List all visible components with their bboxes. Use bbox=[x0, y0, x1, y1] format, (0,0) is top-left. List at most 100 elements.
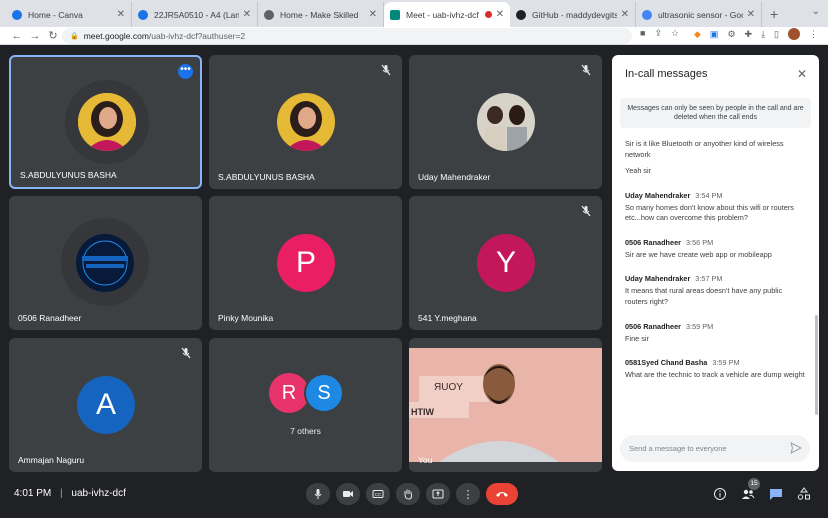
meeting-info: 4:01 PM | uab-ivhz-dcf bbox=[14, 488, 126, 499]
tab-canva[interactable]: Home - Canva ✕ bbox=[6, 2, 132, 27]
tab-label: Home - Make Skilled bbox=[280, 9, 359, 20]
raise-hand-button[interactable] bbox=[396, 483, 420, 505]
tab-meet[interactable]: Meet - uab-ivhz-dcf ✕ bbox=[384, 2, 510, 27]
present-button[interactable] bbox=[426, 483, 450, 505]
svg-text:ЯUOY: ЯUOY bbox=[434, 382, 463, 393]
new-tab-icon[interactable]: + bbox=[770, 2, 778, 27]
participant-tile[interactable]: Y 541 Y.meghana bbox=[409, 196, 602, 330]
message-group: 0581Syed Chand Basha 3:59 PM What are the… bbox=[625, 358, 805, 381]
recording-indicator-icon bbox=[484, 11, 492, 18]
message-group: Uday Mahendraker 3:54 PM So many homes do… bbox=[625, 191, 805, 224]
message-text: Sir are we have create web app or mobile… bbox=[625, 249, 772, 259]
share-icon[interactable]: ⇪ bbox=[654, 28, 662, 39]
metamask-extension-icon[interactable]: ◆ bbox=[694, 29, 701, 40]
tab-label: GitHub - maddydevgits/fut bbox=[532, 9, 617, 20]
send-icon[interactable] bbox=[790, 442, 802, 454]
participant-tile[interactable]: Uday Mahendraker bbox=[409, 55, 602, 189]
close-icon[interactable]: ✕ bbox=[797, 67, 807, 81]
message-time: 3:56 PM bbox=[685, 237, 714, 247]
meeting-details-button[interactable] bbox=[712, 486, 728, 502]
extension-icon[interactable]: ⚙ bbox=[727, 29, 735, 40]
computer-science-logo-icon bbox=[76, 234, 134, 292]
tab-google-search[interactable]: ultrasonic sensor - Google ✕ bbox=[636, 2, 762, 27]
message-input[interactable]: Send a message to everyone bbox=[620, 435, 810, 462]
message-scrollbar[interactable] bbox=[815, 315, 818, 415]
chat-button[interactable] bbox=[768, 486, 784, 502]
close-tab-icon[interactable]: ✕ bbox=[747, 9, 755, 20]
puzzle-extensions-icon[interactable]: ✚ bbox=[745, 29, 753, 40]
participant-avatar bbox=[76, 234, 134, 292]
browser-tab-strip: Home - Canva ✕ 22JR5A0510 - A4 (Landsc ✕… bbox=[0, 0, 828, 27]
profile-avatar[interactable] bbox=[788, 28, 800, 40]
participant-tile[interactable]: P Pinky Mounika bbox=[209, 196, 402, 330]
side-panel-icon[interactable]: ▯ bbox=[774, 29, 779, 40]
tab-label: 22JR5A0510 - A4 (Landsc bbox=[154, 9, 239, 20]
mic-off-icon bbox=[581, 205, 591, 217]
tab-label: Meet - uab-ivhz-dcf bbox=[406, 9, 479, 20]
tab-landscape-doc[interactable]: 22JR5A0510 - A4 (Landsc ✕ bbox=[132, 2, 258, 27]
close-tab-icon[interactable]: ✕ bbox=[496, 9, 504, 20]
reload-icon[interactable]: ↻ bbox=[44, 29, 62, 42]
others-count: 7 others bbox=[290, 426, 321, 436]
message-text: Sir is it like Bluetooth or anyother kin… bbox=[625, 139, 784, 159]
bookmark-star-icon[interactable]: ☆ bbox=[671, 28, 679, 39]
participant-avatar bbox=[78, 93, 136, 151]
message-sender: Uday Mahendraker 3:57 PM bbox=[625, 274, 805, 283]
end-call-button[interactable] bbox=[486, 483, 518, 505]
participant-tile[interactable]: ••• S.ABDULYUNUS BASHA bbox=[9, 55, 202, 189]
camera-in-use-icon[interactable]: ■ bbox=[640, 28, 645, 39]
participant-tile[interactable]: 0506 Ranadheer bbox=[9, 196, 202, 330]
camera-button[interactable] bbox=[336, 483, 360, 505]
more-options-icon: ⋮ bbox=[462, 488, 474, 501]
tab-make-skilled[interactable]: Home - Make Skilled ✕ bbox=[258, 2, 384, 27]
message-text: Fine sir bbox=[625, 333, 649, 343]
participant-tile[interactable]: A Ammajan Naguru bbox=[9, 338, 202, 472]
download-icon[interactable]: ⤓ bbox=[761, 29, 765, 40]
google-favicon-icon bbox=[642, 9, 652, 20]
activities-icon bbox=[797, 487, 810, 500]
forward-arrow-icon[interactable]: → bbox=[26, 30, 44, 42]
mic-button[interactable] bbox=[306, 483, 330, 505]
profile-photo-icon bbox=[277, 93, 335, 151]
profile-photo-icon bbox=[477, 93, 535, 151]
extension-icon[interactable]: ▣ bbox=[710, 29, 719, 40]
close-tab-icon[interactable]: ✕ bbox=[243, 9, 251, 20]
globe-favicon-icon bbox=[264, 9, 274, 20]
participant-avatar: A bbox=[77, 376, 135, 434]
url-path: /uab-ivhz-dcf?authuser=2 bbox=[148, 31, 246, 41]
sender-name: 0506 Ranadheer bbox=[625, 237, 681, 247]
participant-avatar: Y bbox=[477, 234, 535, 292]
github-favicon-icon bbox=[516, 9, 526, 20]
panel-title: In-call messages bbox=[625, 68, 708, 80]
canva-favicon-icon bbox=[12, 9, 22, 20]
lock-icon: 🔒 bbox=[70, 33, 79, 40]
participant-name: Pinky Mounika bbox=[218, 313, 274, 323]
mic-icon bbox=[314, 489, 322, 499]
close-tab-icon[interactable]: ✕ bbox=[117, 9, 125, 20]
participant-avatar bbox=[277, 93, 335, 151]
info-icon bbox=[714, 488, 726, 500]
more-options-icon[interactable]: ••• bbox=[178, 64, 193, 79]
participant-name: S.ABDULYUNUS BASHA bbox=[218, 172, 315, 182]
more-options-button[interactable]: ⋮ bbox=[456, 483, 480, 505]
meet-favicon-icon bbox=[390, 9, 400, 20]
tab-github[interactable]: GitHub - maddydevgits/fut ✕ bbox=[510, 2, 636, 27]
address-bar[interactable]: 🔒 meet.google.com/uab-ivhz-dcf?authuser=… bbox=[62, 28, 632, 44]
privacy-notice: Messages can only be seen by people in t… bbox=[620, 98, 811, 128]
self-video-feed: ЯUOY HTIW bbox=[409, 348, 602, 462]
message-sender: 0506 Ranadheer 3:59 PM bbox=[625, 322, 805, 331]
separator: | bbox=[60, 488, 63, 499]
tab-search-chevron-icon[interactable]: ⌄ bbox=[812, 6, 820, 17]
others-tile[interactable]: R S 7 others bbox=[209, 338, 402, 472]
message-time: 3:54 PM bbox=[695, 190, 723, 200]
sender-name: 0581Syed Chand Basha bbox=[625, 358, 708, 368]
participant-tile[interactable]: S.ABDULYUNUS BASHA bbox=[209, 55, 402, 189]
mic-off-icon bbox=[381, 64, 391, 76]
close-tab-icon[interactable]: ✕ bbox=[369, 9, 377, 20]
self-video-tile[interactable]: ЯUOY HTIW You bbox=[409, 338, 602, 472]
back-arrow-icon[interactable]: ← bbox=[8, 30, 26, 42]
browser-menu-icon[interactable]: ⋮ bbox=[809, 29, 818, 40]
close-tab-icon[interactable]: ✕ bbox=[621, 9, 629, 20]
activities-button[interactable] bbox=[796, 486, 812, 502]
captions-button[interactable]: CC bbox=[366, 483, 390, 505]
